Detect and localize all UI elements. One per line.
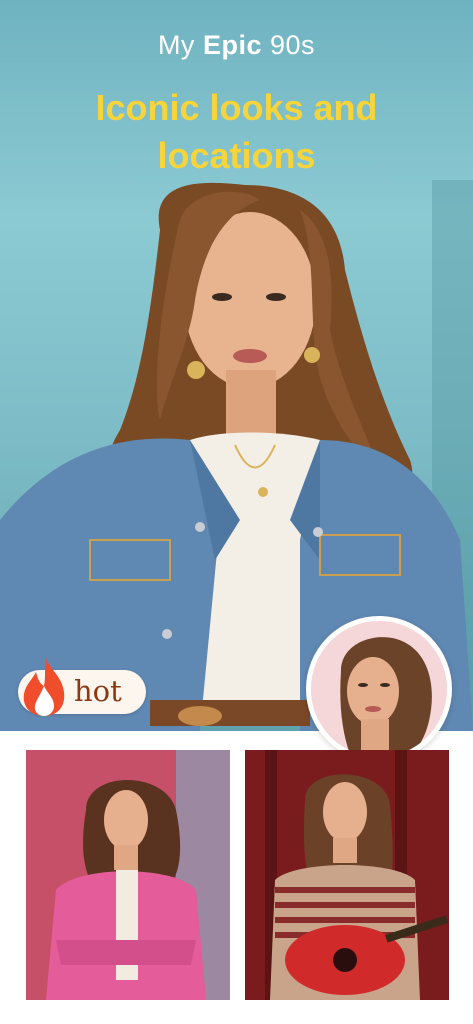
app-title-suffix: 90s <box>270 30 316 60</box>
flame-icon <box>23 658 65 716</box>
headline: Iconic looks and locations <box>95 87 378 176</box>
app-title: My Epic 90s <box>0 30 473 61</box>
avatar-portrait <box>311 621 447 757</box>
avatar[interactable] <box>306 616 452 762</box>
app-title-prefix: My <box>157 30 195 60</box>
app-title-bold: Epic <box>202 30 262 60</box>
hot-badge[interactable]: hot <box>18 658 146 716</box>
hot-label: hot <box>74 674 122 708</box>
gallery-image-guitar <box>245 750 449 1000</box>
gallery-item-guitar[interactable] <box>245 750 449 1000</box>
gallery-item-pink-cardigan[interactable] <box>26 750 230 1000</box>
gallery-image-pink-cardigan <box>26 750 230 1000</box>
